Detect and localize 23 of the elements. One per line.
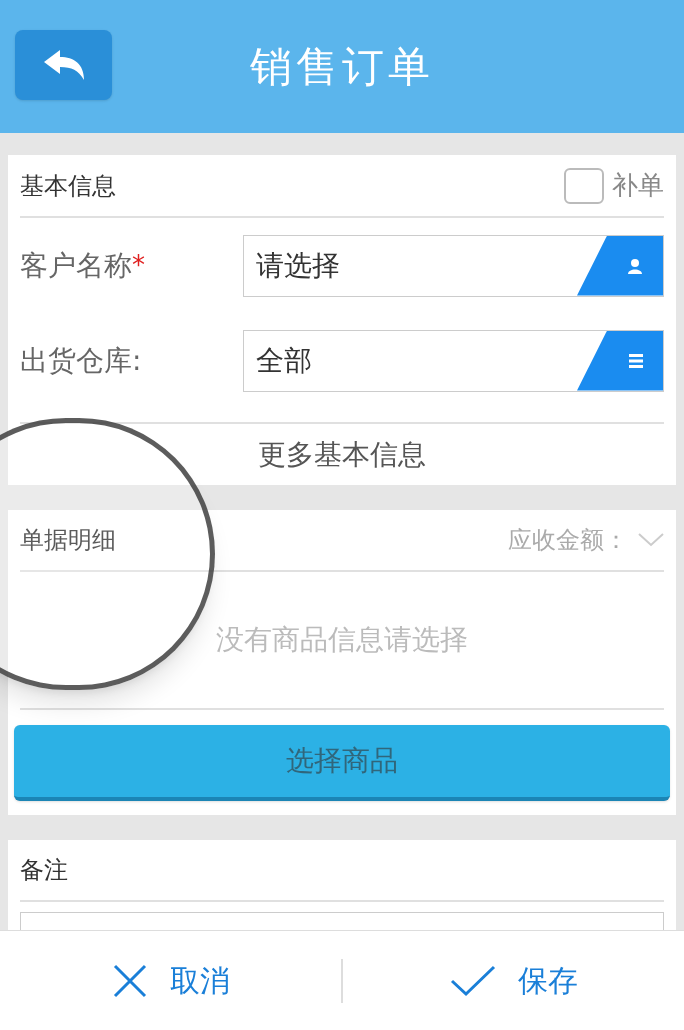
field-label: 出货仓库: [20, 342, 142, 379]
checkmark-icon [449, 964, 496, 997]
section-title: 备注 [20, 855, 68, 886]
empty-message: 没有商品信息请选择 [216, 622, 468, 658]
select-field[interactable]: 请选择 [243, 234, 664, 297]
required-mark: * [132, 249, 145, 282]
chevron-down-icon[interactable] [638, 533, 664, 547]
field-label: 客户名称 [20, 247, 132, 284]
section-title: 基本信息 [20, 170, 116, 202]
close-icon [111, 962, 148, 999]
page-title: 销售订单 [250, 41, 434, 93]
supplement-checkbox[interactable]: 补单 [564, 166, 664, 205]
select-products-button[interactable]: 选择商品 [14, 724, 670, 801]
cancel-button[interactable]: 取消 [0, 958, 341, 1003]
list-icon [629, 352, 643, 369]
section-title: 单据明细 [20, 525, 116, 556]
checkbox-box[interactable] [564, 167, 604, 204]
back-button[interactable] [15, 30, 112, 100]
person-icon [627, 257, 643, 274]
amount-label: 应收金额： [508, 525, 628, 556]
more-info-link[interactable]: 更多基本信息 [258, 433, 426, 476]
save-button[interactable]: 保存 [343, 958, 684, 1003]
select-field[interactable]: 全部 [243, 329, 664, 392]
